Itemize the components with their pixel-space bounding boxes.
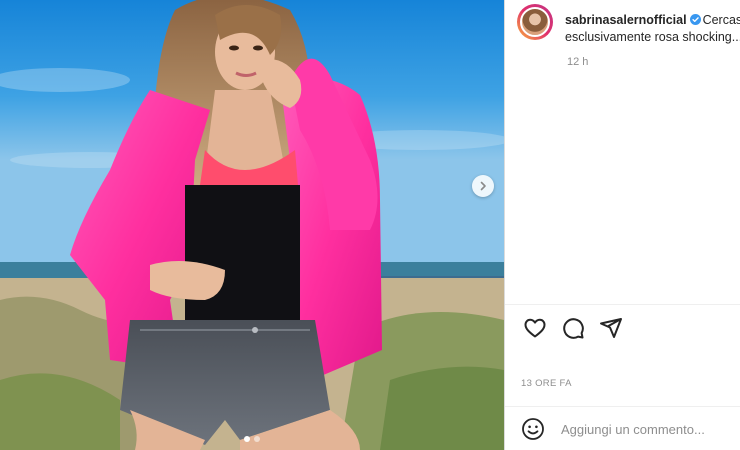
- next-slide-button[interactable]: [472, 175, 494, 197]
- heart-icon[interactable]: [523, 316, 547, 340]
- carousel-dot-active: [244, 436, 250, 442]
- caption-timestamp[interactable]: 12 h: [567, 56, 588, 68]
- photo-illustration: [0, 0, 504, 450]
- caption-text-line2: esclusivamente rosa shocking...: [565, 30, 740, 44]
- post-side-panel: sabrinasalernofficial Cercasi esclusivame…: [504, 0, 740, 450]
- chevron-right-icon: [480, 181, 486, 191]
- comment-icon[interactable]: [561, 316, 585, 340]
- avatar-image: [520, 7, 550, 37]
- avatar[interactable]: [517, 4, 553, 40]
- smiley-icon[interactable]: [521, 417, 545, 441]
- post-photo[interactable]: [0, 0, 504, 450]
- caption: sabrinasalernofficial Cercasi esclusivame…: [565, 12, 740, 46]
- username-link[interactable]: sabrinasalernofficial: [565, 13, 687, 27]
- verified-badge-icon: [689, 14, 701, 25]
- divider: [505, 304, 740, 305]
- action-bar: [523, 316, 623, 340]
- carousel-indicator: [0, 436, 504, 442]
- post-timestamp[interactable]: 13 ORE FA: [521, 378, 572, 389]
- caption-row: sabrinasalernofficial Cercasi esclusivame…: [517, 4, 740, 46]
- carousel-dot: [254, 436, 260, 442]
- comment-input[interactable]: [559, 420, 740, 438]
- instagram-post: sabrinasalernofficial Cercasi esclusivame…: [0, 0, 740, 450]
- caption-text-line1: Cercasi: [702, 13, 740, 27]
- paper-plane-icon[interactable]: [599, 316, 623, 340]
- comment-bar: [505, 406, 740, 450]
